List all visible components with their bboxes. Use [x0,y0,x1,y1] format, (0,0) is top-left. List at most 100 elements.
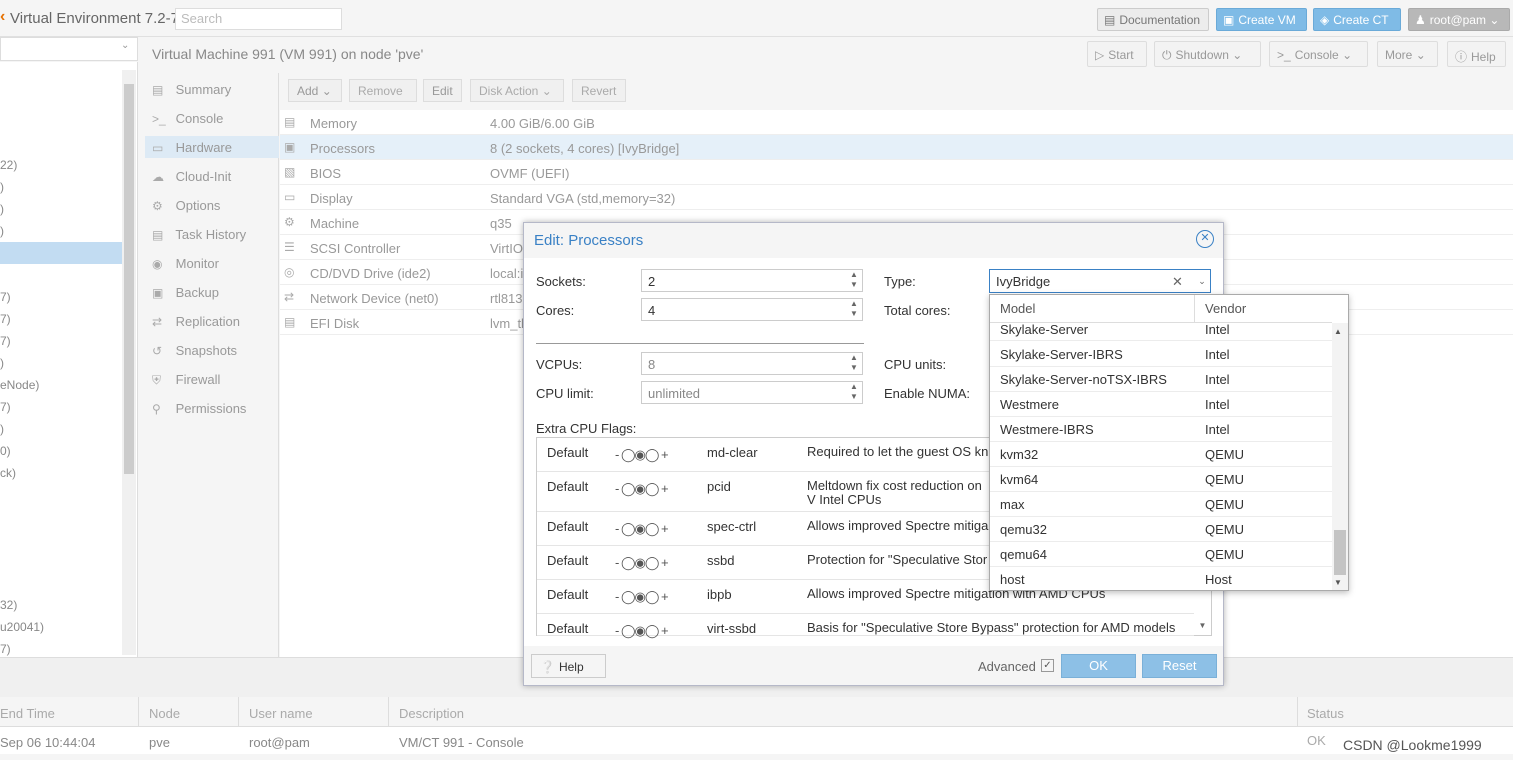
scroll-down-icon[interactable]: ▼ [1334,578,1342,587]
col-description[interactable]: Description [399,706,464,721]
nav-snapshots[interactable]: ↺ Snapshots [152,343,237,358]
scroll-down-icon[interactable]: ▼ [1194,616,1211,635]
console-button[interactable]: >_ Console ⌄ [1269,41,1368,67]
clear-icon[interactable]: ✕ [1172,274,1183,290]
tree-item[interactable]: 22) [0,158,17,172]
col-user-name[interactable]: User name [249,706,313,721]
nav-firewall[interactable]: ⛨ Firewall ▶ [152,372,287,388]
nav-permissions[interactable]: ⚲ Permissions [152,401,246,416]
tree-item[interactable]: ck) [0,466,16,480]
spinner-arrows-icon[interactable]: ▲ ▼ [846,353,862,374]
tri-state-radio[interactable]: - ◯◉◯ + [615,521,669,537]
hardware-row[interactable]: ▤ Memory 4.00 GiB/6.00 GiB [280,110,1513,135]
nav-options[interactable]: ⚙ Options [152,198,220,213]
cpu-type-option[interactable]: kvm64 QEMU [990,467,1332,492]
cpu-type-option[interactable]: host Host [990,567,1332,590]
ok-button[interactable]: OK [1061,654,1136,678]
cpu-type-option[interactable]: qemu64 QEMU [990,542,1332,567]
tree-selected-row[interactable] [0,242,122,264]
nav-summary[interactable]: ▤ Summary [152,82,231,97]
remove-button[interactable]: Remove [349,79,417,102]
tri-state-radio[interactable]: - ◯◉◯ + [615,447,669,463]
advanced-checkbox[interactable]: ✓ [1041,659,1054,672]
cpu-type-option[interactable]: max QEMU [990,492,1332,517]
create-vm-button[interactable]: ▣ Create VM [1216,8,1307,31]
spinner-arrows-icon[interactable]: ▲ ▼ [846,382,862,403]
nav-task-history[interactable]: ▤ Task History [152,227,246,242]
tree-item[interactable]: 0) [0,444,11,458]
vcpus-spinner[interactable]: 8 ▲ ▼ [641,352,863,375]
more-button[interactable]: More ⌄ [1377,41,1438,67]
tree-item[interactable]: ) [0,202,4,216]
nav-cloud-init[interactable]: ☁ Cloud-Init [152,169,231,184]
tri-state-radio[interactable]: - ◯◉◯ + [615,481,669,497]
reset-button[interactable]: Reset [1142,654,1217,678]
tree-item[interactable]: 7) [0,334,11,348]
hardware-row[interactable]: ▧ BIOS OVMF (UEFI) [280,160,1513,185]
cpu-limit-spinner[interactable]: unlimited ▲ ▼ [641,381,863,404]
tree-item[interactable]: 7) [0,290,11,304]
tree-item[interactable]: 7) [0,312,11,326]
cpu-type-option[interactable]: Skylake-Server Intel [990,317,1332,341]
tree-item[interactable]: 7) [0,642,11,656]
col-vendor[interactable]: Vendor [1205,301,1246,316]
add-button[interactable]: Add ⌄ [288,79,342,102]
dropdown-scroll-thumb[interactable] [1334,530,1346,575]
cpu-type-option[interactable]: Skylake-Server-IBRS Intel [990,342,1332,367]
start-button[interactable]: ▷ Start [1087,41,1147,67]
help-button[interactable]: ❔ Help [531,654,606,678]
col-model[interactable]: Model [1000,301,1035,316]
cpu-flag-row[interactable]: Default - ◯◉◯ + virt-ssbd Basis for "Specul… [537,614,1194,639]
user-menu-button[interactable]: ♟ root@pam ⌄ [1408,8,1510,31]
nav-console[interactable]: >_ Console [152,111,223,126]
task-log-row[interactable] [0,727,1513,754]
cpu-type-option[interactable]: kvm32 QEMU [990,442,1332,467]
scroll-up-icon[interactable]: ▲ [1334,327,1342,336]
cores-spinner[interactable]: 4 ▲ ▼ [641,298,863,321]
tree-item[interactable]: ) [0,422,4,436]
history-icon: ↺ [152,344,163,358]
tri-state-radio[interactable]: - ◯◉◯ + [615,589,669,605]
nav-hardware[interactable]: ▭ Hardware [152,140,232,155]
cpu-type-option[interactable]: Westmere-IBRS Intel [990,417,1332,442]
app-title: Virtual Environment 7.2-7 [10,10,179,27]
tri-state-radio[interactable]: - ◯◉◯ + [615,623,669,639]
edit-button[interactable]: Edit [423,79,462,102]
cpu-type-option[interactable]: qemu32 QEMU [990,517,1332,542]
tree-item[interactable]: u20041) [0,620,44,634]
hardware-row[interactable]: ▭ Display Standard VGA (std,memory=32) [280,185,1513,210]
col-node[interactable]: Node [149,706,180,721]
tree-item[interactable]: 7) [0,400,11,414]
col-end-time[interactable]: End Time [0,706,55,721]
nav-replication[interactable]: ⇄ Replication [152,314,240,329]
chevron-down-icon[interactable]: ⌄ [1194,271,1210,291]
tree-item[interactable]: ) [0,356,4,370]
tree-item[interactable]: eNode) [0,378,39,392]
close-icon[interactable]: ✕ [1196,230,1214,248]
revert-button[interactable]: Revert [572,79,626,102]
sockets-spinner[interactable]: 2 ▲ ▼ [641,269,863,292]
tri-state-radio[interactable]: - ◯◉◯ + [615,555,669,571]
cpu-type-option[interactable]: Westmere Intel [990,392,1332,417]
eye-icon: ◉ [152,257,163,271]
hardware-row[interactable]: ▣ Processors 8 (2 sockets, 4 cores) [IvyBr… [280,135,1513,160]
cube-icon: ◈ [1320,13,1330,27]
spinner-arrows-icon[interactable]: ▲ ▼ [846,299,862,320]
nav-monitor[interactable]: ◉ Monitor [152,256,219,271]
tree-scroll-thumb[interactable] [124,84,134,474]
search-input[interactable]: Search [175,8,342,30]
documentation-button[interactable]: ▤ Documentation [1097,8,1209,31]
cpu-type-option[interactable]: Skylake-Server-noTSX-IBRS Intel [990,367,1332,392]
tree-item[interactable]: ) [0,180,4,194]
tree-item[interactable]: ) [0,224,4,238]
col-status[interactable]: Status [1307,706,1344,721]
nav-backup[interactable]: ▣ Backup [152,285,219,300]
help-header-button[interactable]: ⓘ Help [1447,41,1506,67]
question-icon: ⓘ [1455,50,1468,64]
spinner-arrows-icon[interactable]: ▲ ▼ [846,270,862,291]
create-ct-button[interactable]: ◈ Create CT [1313,8,1401,31]
disk-action-button[interactable]: Disk Action ⌄ [470,79,564,102]
tree-item[interactable]: 32) [0,598,17,612]
view-selector[interactable]: ⌄ [0,37,138,61]
shutdown-button[interactable]: ⏻ Shutdown ⌄ [1154,41,1261,67]
